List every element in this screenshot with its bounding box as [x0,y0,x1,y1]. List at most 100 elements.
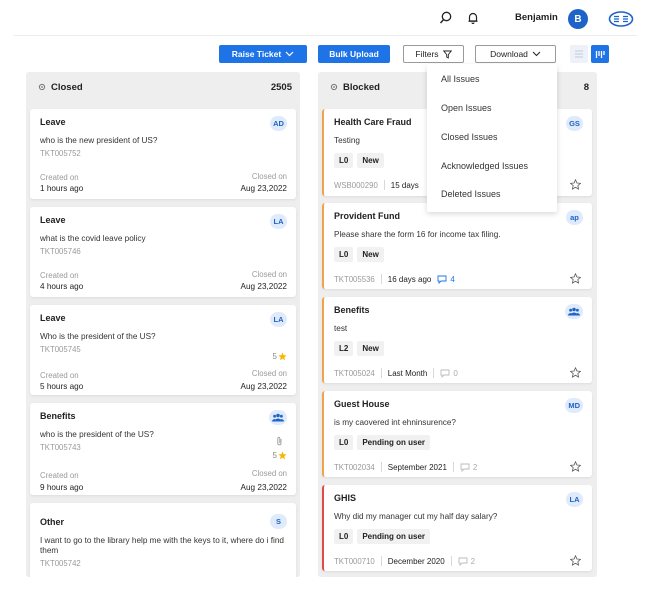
top-bar: Benjamin B [0,0,647,36]
column-count: 2505 [270,81,292,93]
card-tags: L0 Pending on user [334,529,582,544]
comment-icon [458,557,468,566]
ticket-card[interactable]: Leave AD who is the new president of US?… [30,109,296,199]
assignee-badge: LA [270,214,287,229]
divider [433,368,435,378]
ticket-card[interactable]: Leave LA what is the covid leave policy … [30,207,296,297]
assignee-badge: LA [270,312,287,327]
group-icon [272,413,284,422]
board-view-toggle[interactable] [591,45,609,63]
card-footer: TKT000710 December 2020 2 [334,556,475,566]
rating-value: 5 [272,352,277,361]
card-description: I want to go to the library help me with… [40,536,284,555]
ticket-card[interactable]: Benefits who is the president of the US?… [30,403,296,495]
menu-item-acknowledged-issues[interactable]: Acknowledged Issues [441,161,528,171]
ticket-card[interactable]: Other S I want to go to the library help… [30,503,296,577]
star-outline-icon[interactable] [570,367,581,378]
list-view-toggle[interactable] [570,45,588,63]
closed-column: Closed 2505 Leave AD who is the new pres… [26,72,300,577]
star-outline-icon[interactable] [570,179,581,190]
card-tags: L0 Pending on user [334,435,582,450]
group-badge [565,304,583,319]
divider [380,368,382,378]
ticket-card[interactable]: Leave LA Who is the president of the US?… [30,305,296,395]
card-title: Other [40,517,65,527]
card-description: Why did my manager cut my half day salar… [334,512,498,521]
ticket-id: TKT005742 [40,559,81,568]
menu-item-closed-issues[interactable]: Closed Issues [441,132,498,142]
closed-value: Aug 23,2022 [240,184,287,193]
card-title: Benefits [334,305,370,315]
column-title: Closed [51,81,83,93]
star-outline-icon[interactable] [570,555,581,566]
rating: 5 [273,352,287,361]
created-label: Created on [40,173,79,182]
star-outline-icon[interactable] [570,273,581,284]
card-title: Leave [40,313,66,323]
created-value: 4 hours ago [40,282,84,291]
user-name[interactable]: Benjamin [515,12,558,23]
assignee-badge: LA [566,492,583,507]
download-button[interactable]: Download [475,45,556,63]
card-description: what is the covid leave policy [40,234,146,243]
card-description: Please share the form 16 for income tax … [334,230,501,239]
star-outline-icon[interactable] [570,461,581,472]
ticket-card[interactable]: Provident Fund ap Please share the form … [322,203,592,289]
header-divider [14,35,637,36]
menu-item-deleted-issues[interactable]: Deleted Issues [441,189,501,199]
assignee-badge: ap [566,210,583,225]
ticket-card[interactable]: Benefits test L2 New TKT005024 Last Mont… [322,297,592,383]
comment-icon [460,463,470,472]
bulk-upload-button[interactable]: Bulk Upload [318,45,390,63]
ticket-id: TKT000710 [334,556,375,566]
app-logo-icon[interactable] [608,9,634,29]
ticket-id: TKT005746 [40,247,81,256]
filters-button[interactable]: Filters [403,45,464,63]
bell-icon[interactable] [464,9,482,27]
group-icon [568,307,580,316]
rating-value: 5 [272,451,277,460]
assignee-badge: GS [566,116,583,131]
assignee-badge: MD [565,398,583,413]
comment-count[interactable]: 2 [460,463,477,472]
ticket-card[interactable]: GHIS LA Why did my manager cut my half d… [322,485,592,571]
created-value: 9 hours ago [40,483,84,492]
comment-count[interactable]: 2 [458,557,475,566]
column-title: Blocked [343,81,380,93]
raise-ticket-button[interactable]: Raise Ticket [219,45,307,63]
star-filled-icon [278,352,287,361]
column-count: 8 [583,81,589,93]
card-tags: L2 New [334,341,582,356]
menu-item-open-issues[interactable]: Open Issues [441,103,492,113]
closed-label: Closed on [251,172,287,181]
download-dropdown-menu: All Issues Open Issues Closed Issues Ack… [427,64,557,212]
raise-ticket-label: Raise Ticket [231,49,282,59]
user-avatar[interactable]: B [568,9,588,29]
rating: 5 [273,451,287,460]
ticket-card[interactable]: Guest House MD is my caovered int ehnins… [322,391,592,477]
ticket-id: TKT005024 [334,368,375,378]
divider [383,180,385,190]
divider [450,556,452,566]
comment-count[interactable]: 0 [440,369,458,378]
search-icon[interactable] [437,9,455,27]
created-label: Created on [40,371,79,380]
status-chip: New [357,247,384,262]
level-chip: L0 [334,435,354,450]
status-chip: Pending on user [357,435,431,450]
card-title: GHIS [334,493,357,503]
menu-item-all-issues[interactable]: All Issues [441,74,480,84]
closed-value: Aug 23,2022 [240,282,287,291]
paperclip-icon[interactable] [276,436,283,448]
comment-count[interactable]: 4 [437,275,455,284]
card-footer: TKT005024 Last Month 0 [334,368,458,378]
assignee-badge: S [270,514,287,529]
card-description: is my caovered int ehninsurence? [334,418,456,427]
ticket-id: TKT005743 [40,443,81,452]
group-badge [269,410,287,425]
star-filled-icon [278,451,287,460]
level-chip: L2 [334,341,354,356]
created-label: Created on [40,471,79,480]
card-footer: TKT005536 16 days ago 4 [334,274,455,284]
closed-label: Closed on [251,469,287,478]
